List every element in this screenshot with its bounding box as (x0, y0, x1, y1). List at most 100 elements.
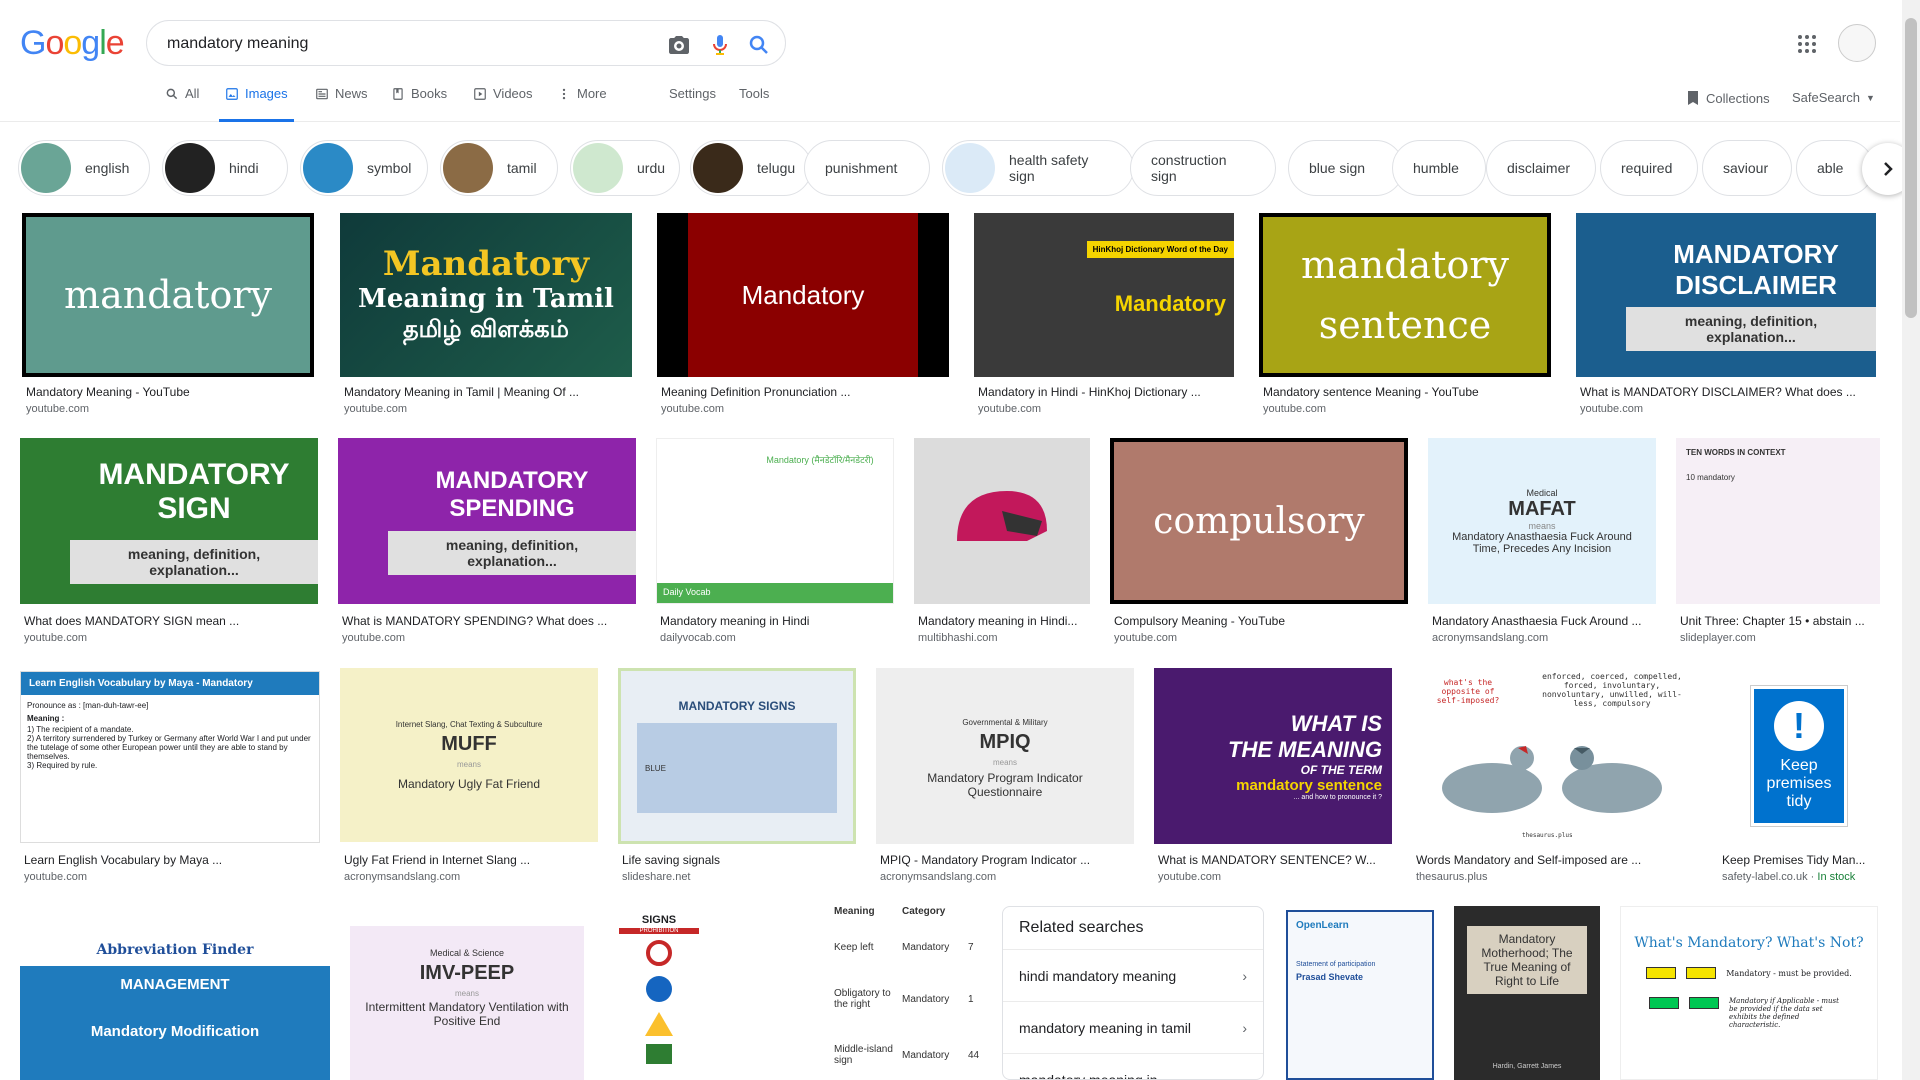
result-thumbnail[interactable]: Learn English Vocabulary by Maya - Manda… (20, 671, 320, 843)
chip-urdu[interactable]: urdu (570, 140, 680, 196)
tab-settings[interactable]: Settings (669, 86, 716, 122)
result-source[interactable]: dailyvocab.com (660, 632, 736, 644)
image-result[interactable]: Learn English Vocabulary by Maya - Manda… (20, 671, 320, 891)
result-source[interactable]: youtube.com (24, 871, 87, 883)
result-thumbnail[interactable]: OpenLearn Statement of participation Pra… (1286, 910, 1434, 1080)
google-logo[interactable]: Google (20, 24, 125, 63)
result-thumbnail[interactable]: Medical MAFAT means Mandatory Anasthaesi… (1428, 438, 1656, 604)
result-source[interactable]: acronymsandslang.com (880, 871, 996, 883)
result-source[interactable]: acronymsandslang.com (1432, 632, 1548, 644)
result-title[interactable]: Life saving signals (622, 853, 856, 867)
result-thumbnail[interactable]: WHAT IS THE MEANING OF THE TERM mandator… (1154, 668, 1392, 844)
camera-icon[interactable] (667, 33, 691, 57)
result-thumbnail[interactable]: MANDATORY SPENDING meaning, definition, … (338, 438, 636, 604)
result-thumbnail[interactable]: HinKhoj Dictionary Word of the Day Manda… (974, 213, 1234, 377)
image-result[interactable]: What's Mandatory? What's Not? Mandatory … (1620, 906, 1878, 1080)
result-title[interactable]: Ugly Fat Friend in Internet Slang ... (344, 853, 598, 867)
result-thumbnail[interactable]: Medical & Science IMV-PEEP means Intermi… (350, 926, 584, 1080)
image-result[interactable]: Mandatory Motherhood; The True Meaning o… (1454, 906, 1600, 1080)
result-source[interactable]: youtube.com (342, 632, 405, 644)
image-result[interactable]: MANDATORY SIGN meaning, definition, expl… (20, 438, 318, 648)
chip-blue-sign[interactable]: blue sign (1288, 140, 1404, 196)
result-title[interactable]: Meaning Definition Pronunciation ... (661, 385, 949, 399)
tab-news[interactable]: News (315, 86, 368, 122)
related-search-item[interactable]: mandatory meaning in (1003, 1053, 1263, 1079)
result-thumbnail[interactable]: compulsory (1110, 438, 1408, 604)
chip-punishment[interactable]: punishment (804, 140, 930, 196)
tab-tools[interactable]: Tools (739, 86, 769, 122)
image-result[interactable]: what's the opposite of self-imposed? enf… (1412, 668, 1698, 888)
account-avatar[interactable] (1838, 24, 1876, 62)
result-thumbnail[interactable]: what's the opposite of self-imposed? enf… (1412, 668, 1698, 844)
chip-telugu[interactable]: telugu (690, 140, 812, 196)
image-result[interactable]: Abbreviation Finder MANAGEMENT Mandatory… (20, 908, 330, 1080)
result-title[interactable]: What is MANDATORY DISCLAIMER? What does … (1580, 385, 1876, 399)
result-thumbnail[interactable] (914, 438, 1090, 604)
result-thumbnail[interactable]: ! Keep premises tidy (1718, 668, 1880, 844)
image-result[interactable]: SIGNS PROHIBITION (604, 906, 714, 1080)
tab-videos[interactable]: Videos (473, 86, 533, 122)
collections-link[interactable]: Collections (1686, 90, 1770, 106)
result-thumbnail[interactable]: MANDATORY SIGNS BLUE (618, 668, 856, 844)
result-source[interactable]: slideplayer.com (1680, 632, 1756, 644)
result-thumbnail[interactable]: Mandatory (657, 213, 949, 377)
tab-more[interactable]: More (557, 86, 607, 122)
image-result[interactable]: WHAT IS THE MEANING OF THE TERM mandator… (1154, 668, 1392, 888)
result-source[interactable]: thesaurus.plus (1416, 871, 1488, 883)
image-result[interactable]: Internet Slang, Chat Texting & Subcultur… (340, 668, 598, 888)
chip-health-safety-sign[interactable]: health safety sign (942, 140, 1134, 196)
image-result[interactable]: TEN WORDS IN CONTEXT 10 mandatory Unit T… (1676, 438, 1880, 648)
image-result[interactable]: compulsory Compulsory Meaning - YouTube … (1110, 438, 1408, 648)
image-result[interactable]: mandatory Mandatory Meaning - YouTube yo… (22, 213, 314, 415)
result-title[interactable]: Words Mandatory and Self-imposed are ... (1416, 853, 1698, 867)
result-title[interactable]: What is MANDATORY SENTENCE? W... (1158, 853, 1392, 867)
result-title[interactable]: What is MANDATORY SPENDING? What does ..… (342, 614, 636, 628)
result-thumbnail[interactable]: MANDATORY SIGN meaning, definition, expl… (20, 438, 318, 604)
result-source[interactable]: multibhashi.com (918, 632, 997, 644)
result-title[interactable]: Mandatory Meaning - YouTube (26, 385, 314, 399)
result-source[interactable]: youtube.com (26, 403, 89, 415)
chip-humble[interactable]: humble (1392, 140, 1486, 196)
page-scrollbar[interactable] (1902, 0, 1920, 1080)
tab-all[interactable]: All (165, 86, 199, 122)
result-title[interactable]: What does MANDATORY SIGN mean ... (24, 614, 318, 628)
result-thumbnail[interactable]: Mandatory Meaning in Tamil தமிழ் விளக்கம… (340, 213, 632, 377)
apps-grid-icon[interactable] (1795, 32, 1819, 56)
image-result[interactable]: Medical & Science IMV-PEEP means Intermi… (350, 926, 584, 1080)
result-source[interactable]: youtube.com (1580, 403, 1643, 415)
result-thumbnail[interactable]: mandatory sentence (1259, 213, 1551, 377)
image-result[interactable]: Governmental & Military MPIQ means Manda… (876, 668, 1134, 888)
result-title[interactable]: MPIQ - Mandatory Program Indicator ... (880, 853, 1134, 867)
result-source[interactable]: youtube.com (24, 632, 87, 644)
result-thumbnail[interactable]: MANDATORY DISCLAIMER meaning, definition… (1576, 213, 1876, 377)
chip-disclaimer[interactable]: disclaimer (1486, 140, 1596, 196)
image-result[interactable]: MANDATORY SPENDING meaning, definition, … (338, 438, 636, 648)
image-result[interactable]: mandatory sentence Mandatory sentence Me… (1259, 213, 1551, 415)
result-thumbnail[interactable]: What's Mandatory? What's Not? Mandatory … (1620, 906, 1878, 1080)
result-thumbnail[interactable]: Mandatory (मैनडेटॉरि/मैनडेटरी) Daily Voc… (656, 438, 894, 604)
image-result[interactable]: MANDATORY SIGNS BLUE Life saving signals… (618, 668, 856, 888)
result-source[interactable]: slideshare.net (622, 871, 691, 883)
related-search-item[interactable]: hindi mandatory meaning › (1003, 949, 1263, 1001)
image-result[interactable]: HinKhoj Dictionary Word of the Day Manda… (974, 213, 1234, 415)
result-thumbnail[interactable]: Meaning Category Keep left Mandatory 7 O… (768, 906, 982, 1080)
result-thumbnail[interactable]: mandatory (22, 213, 314, 377)
result-title[interactable]: Mandatory meaning in Hindi... (918, 614, 1090, 628)
result-title[interactable]: Unit Three: Chapter 15 • abstain ... (1680, 614, 1880, 628)
result-source[interactable]: youtube.com (344, 403, 407, 415)
safesearch-dropdown[interactable]: SafeSearch ▼ (1792, 90, 1875, 105)
result-thumbnail[interactable]: TEN WORDS IN CONTEXT 10 mandatory (1676, 438, 1880, 604)
image-result[interactable]: Mandatory Meaning Definition Pronunciati… (657, 213, 949, 415)
tab-images[interactable]: Images (219, 86, 294, 122)
result-thumbnail[interactable]: Governmental & Military MPIQ means Manda… (876, 668, 1134, 844)
result-source[interactable]: youtube.com (661, 403, 724, 415)
result-source[interactable]: youtube.com (978, 403, 1041, 415)
result-title[interactable]: Mandatory Anasthaesia Fuck Around ... (1432, 614, 1656, 628)
image-result[interactable]: OpenLearn Statement of participation Pra… (1286, 910, 1434, 1080)
chip-saviour[interactable]: saviour (1702, 140, 1792, 196)
result-thumbnail[interactable]: SIGNS PROHIBITION (604, 906, 714, 1080)
result-title[interactable]: Keep Premises Tidy Man... (1722, 853, 1880, 867)
search-input[interactable] (167, 33, 647, 55)
scrollbar-thumb[interactable] (1905, 18, 1917, 318)
result-source[interactable]: safety-label.co.uk · In stock (1722, 871, 1855, 883)
